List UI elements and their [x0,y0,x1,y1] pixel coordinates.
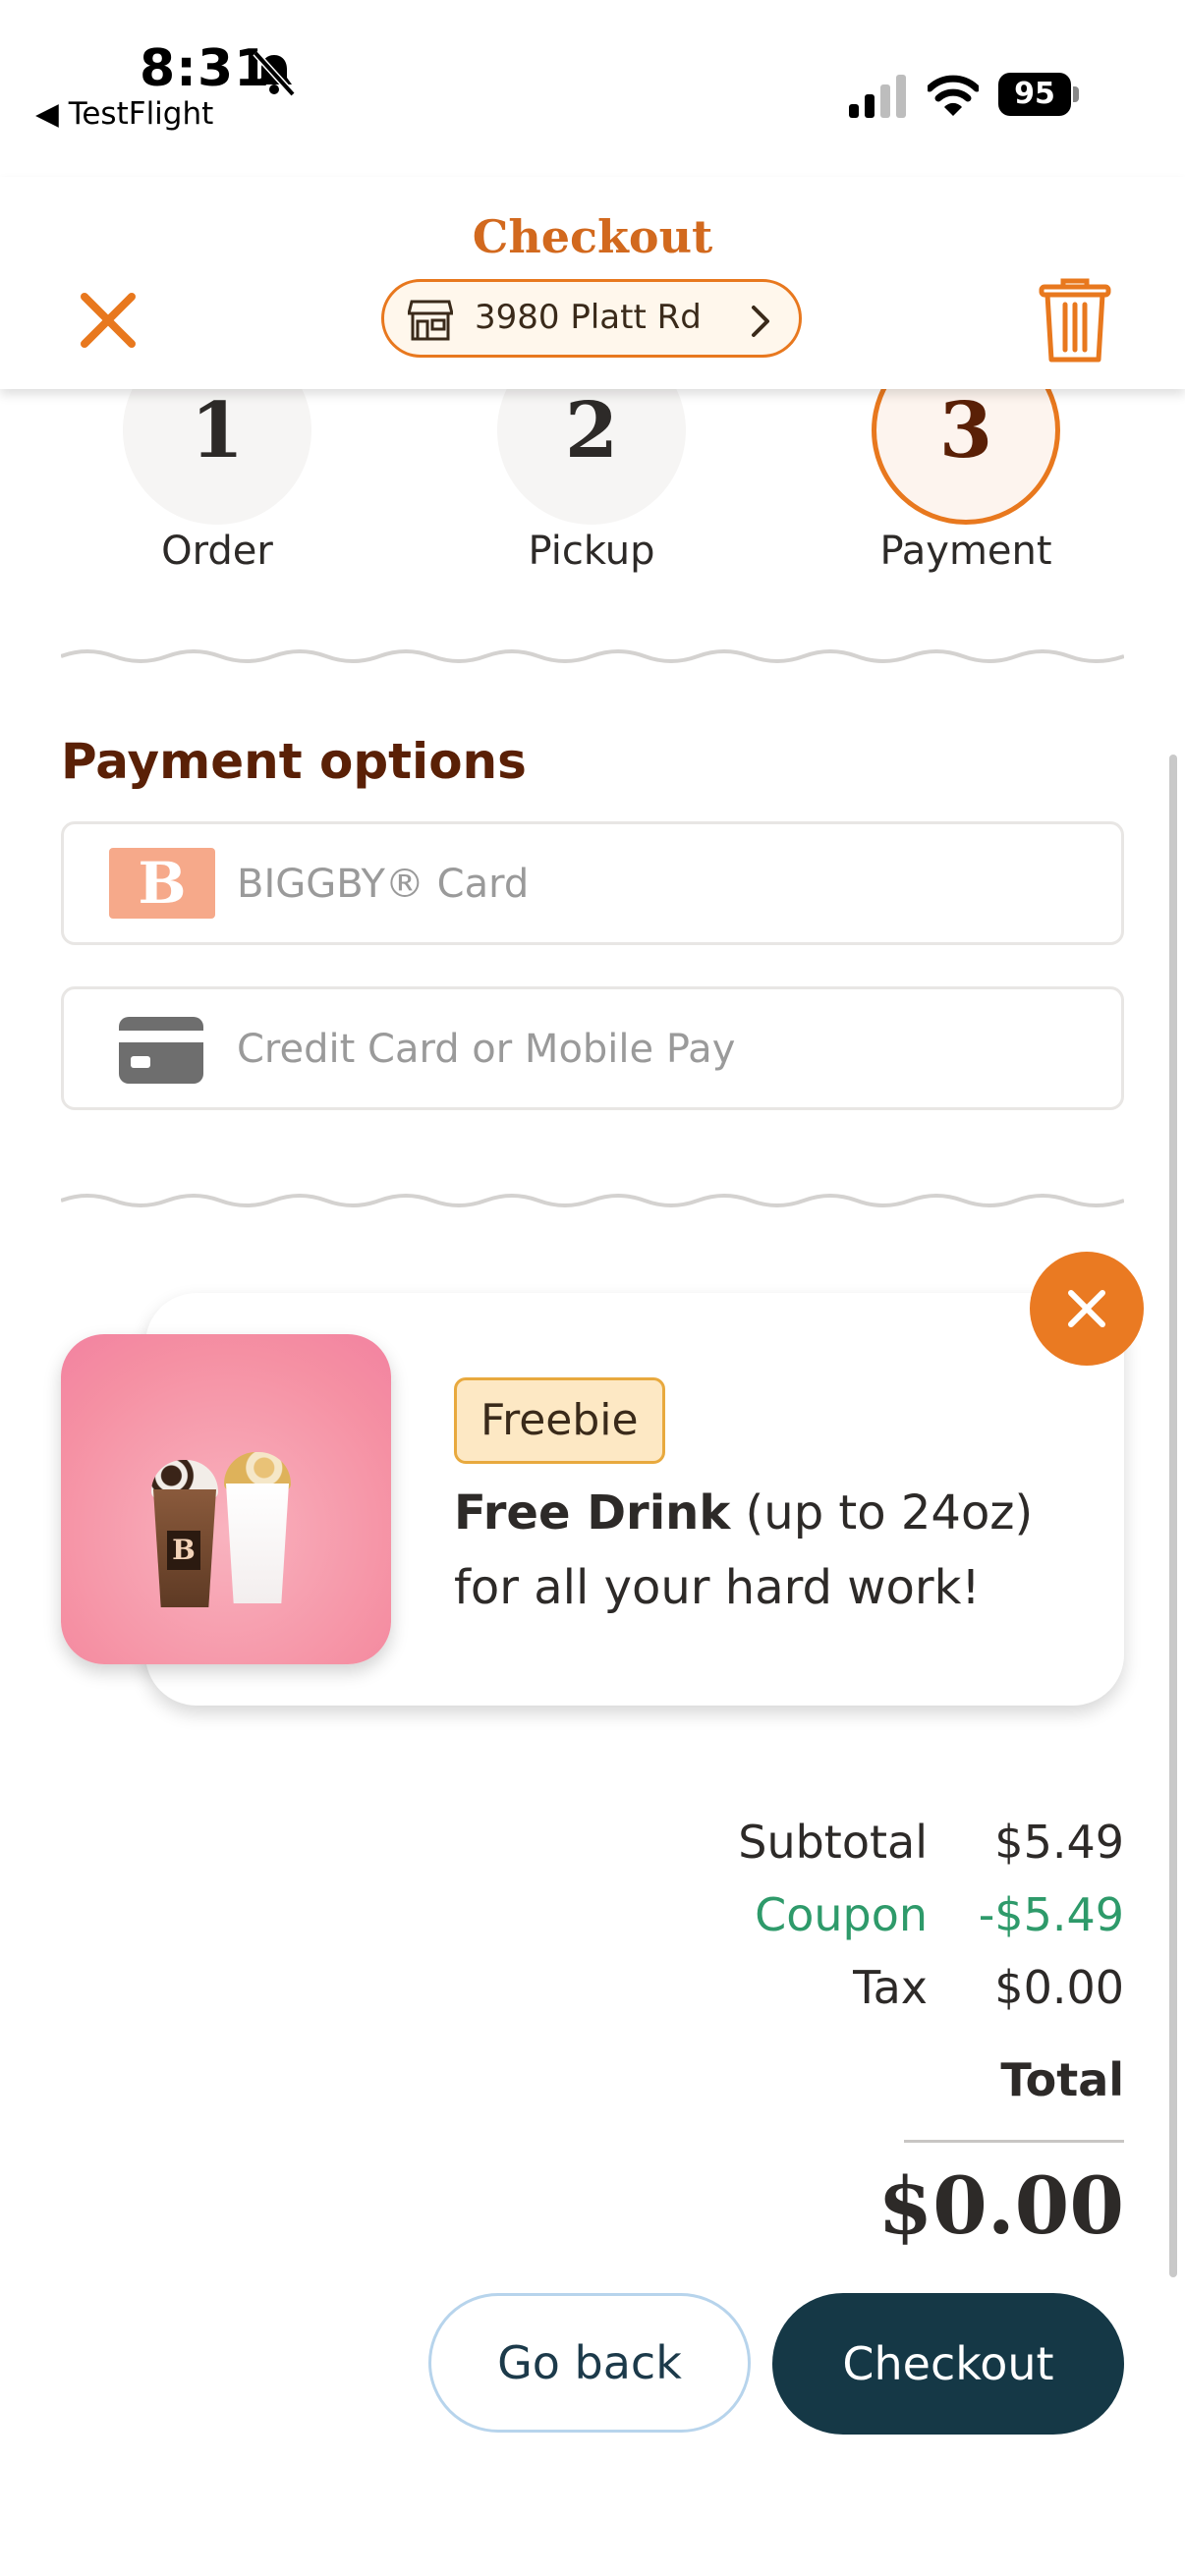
wavy-divider [61,1194,1124,1207]
tax-row: Tax $0.00 [853,1961,1124,2014]
scrollbar[interactable] [1169,755,1177,2277]
coupon-row: Coupon -$5.49 [755,1888,1124,1941]
go-back-button[interactable]: Go back [428,2293,751,2433]
step-number: 1 [190,386,245,476]
cup-logo: B [167,1531,200,1570]
subtotal-value: $5.49 [994,1816,1124,1869]
promo-bold-text: Free Drink [454,1485,731,1540]
step-number: 3 [938,386,993,476]
coupon-value: -$5.49 [978,1888,1124,1941]
step-label-payment: Payment [879,529,1052,574]
step-label-order: Order [161,529,273,574]
step-number: 2 [564,386,619,476]
total-value: $0.00 [877,2159,1124,2252]
biggby-logo: B [109,848,215,919]
battery-icon: 95 [998,73,1079,116]
checkout-button[interactable]: Checkout [772,2293,1124,2435]
tax-value: $0.00 [994,1961,1124,2014]
payment-options-title: Payment options [61,733,527,790]
chevron-right-icon [752,306,769,337]
bell-off-icon [253,50,296,97]
subtotal-row: Subtotal $5.49 [738,1816,1124,1869]
back-to-testflight-link[interactable]: ◀ TestFlight [35,96,213,132]
page-title: Checkout [472,210,713,263]
total-divider [904,2140,1124,2143]
biggby-card-option[interactable]: B BIGGBY® Card [61,821,1124,945]
credit-card-option[interactable]: Credit Card or Mobile Pay [61,986,1124,1110]
cellular-signal-icon [849,75,906,118]
biggby-card-label: BIGGBY® Card [237,862,530,907]
promo-drinks-image: B [61,1334,391,1664]
store-address: 3980 Platt Rd [475,298,702,337]
total-label: Total [1000,2053,1124,2106]
close-icon [1068,1290,1105,1327]
step-label-pickup: Pickup [528,529,655,574]
promo-description: Free Drink (up to 24oz) for all your har… [454,1476,1093,1625]
tax-label: Tax [853,1961,928,2014]
storefront-icon [408,300,453,341]
close-icon[interactable] [79,291,138,350]
wavy-divider [61,649,1124,663]
store-selector-button[interactable]: 3980 Platt Rd [381,279,802,358]
coupon-label: Coupon [755,1888,928,1941]
freebie-badge: Freebie [454,1377,665,1464]
credit-card-label: Credit Card or Mobile Pay [237,1027,736,1072]
credit-card-icon [119,1017,203,1084]
dismiss-promo-button[interactable] [1030,1252,1144,1366]
trash-icon[interactable] [1038,277,1112,364]
subtotal-label: Subtotal [738,1816,928,1869]
battery-level: 95 [998,73,1071,116]
wifi-icon [928,75,979,116]
